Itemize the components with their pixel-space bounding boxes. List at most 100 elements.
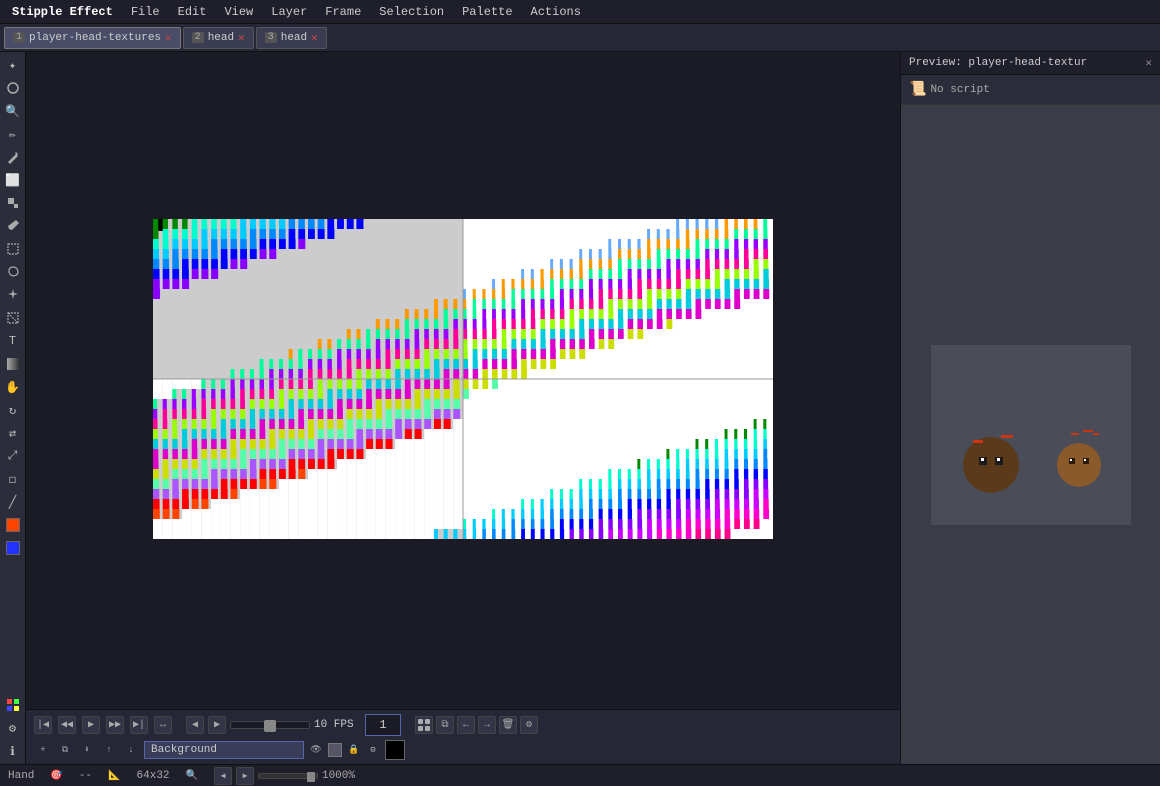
merge-down-btn[interactable]: ⬇ bbox=[78, 741, 96, 759]
menu-bar: Stipple Effect File Edit View Layer Fram… bbox=[0, 0, 1160, 24]
menu-view[interactable]: View bbox=[216, 3, 261, 21]
fps-slider: ◀ ▶ 10 FPS bbox=[186, 716, 359, 734]
pencil-tool-btn[interactable]: ✏ bbox=[2, 123, 24, 145]
duplicate-layer-btn[interactable]: ⧉ bbox=[56, 741, 74, 759]
wand-btn[interactable] bbox=[2, 284, 24, 306]
zoom-thumb bbox=[307, 772, 315, 782]
eraser-tool-btn[interactable]: ⬜ bbox=[2, 169, 24, 191]
layer-visible-btn[interactable]: 👁 bbox=[308, 742, 324, 758]
tab-1-close[interactable]: ✕ bbox=[165, 31, 172, 45]
select-tool-btn[interactable] bbox=[2, 77, 24, 99]
tab-2-label: head bbox=[208, 32, 234, 44]
next-frame-btn[interactable]: ▶▶ bbox=[106, 716, 124, 734]
zoom-slider: ◀ ▶ 1000% bbox=[214, 767, 355, 785]
fg-color-btn[interactable] bbox=[2, 514, 24, 536]
bottom-panel: |◀ ◀◀ ▶ ▶▶ ▶| ↔ ◀ ▶ 10 FPS 1 bbox=[26, 709, 900, 764]
fps-thumb bbox=[264, 720, 276, 732]
tab-2[interactable]: 2 head ✕ bbox=[183, 27, 254, 49]
shapes-tool-btn[interactable]: ◻ bbox=[2, 468, 24, 490]
goto-end-btn[interactable]: ▶| bbox=[130, 716, 148, 734]
canvas-dimensions: 64x32 bbox=[137, 770, 170, 782]
flip-tool-btn[interactable]: ⇄ bbox=[2, 422, 24, 444]
frame-number: 1 bbox=[379, 718, 386, 732]
eyedropper-tool-btn[interactable] bbox=[2, 215, 24, 237]
move-layer-down-btn[interactable]: ↓ bbox=[122, 741, 140, 759]
rotate-tool-btn[interactable]: ↻ bbox=[2, 399, 24, 421]
prev-frame-btn[interactable]: ◀◀ bbox=[58, 716, 76, 734]
layer-lock-btn[interactable]: 🔒 bbox=[346, 742, 362, 758]
fps-increase-btn[interactable]: ▶ bbox=[208, 716, 226, 734]
delete-frame-btn[interactable]: 🗑 bbox=[499, 716, 517, 734]
gradient-tool-btn[interactable] bbox=[2, 353, 24, 375]
fps-decrease-btn[interactable]: ◀ bbox=[186, 716, 204, 734]
settings-btn[interactable]: ⚙ bbox=[2, 717, 24, 739]
layer-color-swatch[interactable] bbox=[385, 740, 405, 760]
zoom-tool-btn[interactable]: 🔍 bbox=[2, 100, 24, 122]
duplicate-frame-btn[interactable]: ⧉ bbox=[436, 716, 454, 734]
tab-3[interactable]: 3 head ✕ bbox=[256, 27, 327, 49]
add-frame-btn[interactable] bbox=[415, 716, 433, 734]
move-tool-btn[interactable]: ✦ bbox=[2, 54, 24, 76]
timeline-controls: |◀ ◀◀ ▶ ▶▶ ▶| ↔ ◀ ▶ 10 FPS 1 bbox=[34, 714, 892, 736]
tab-2-close[interactable]: ✕ bbox=[238, 31, 245, 45]
main-area: ✦ 🔍 ✏ ⬜ bbox=[0, 52, 1160, 764]
canvas-wrapper[interactable] bbox=[153, 219, 773, 543]
select-rect-btn[interactable] bbox=[2, 238, 24, 260]
fps-value: 10 FPS bbox=[314, 719, 359, 731]
preview-header: Preview: player-head-textur ✕ bbox=[901, 52, 1160, 75]
brush-tool-btn[interactable] bbox=[2, 146, 24, 168]
move-frame-left-btn[interactable]: ← bbox=[457, 716, 475, 734]
canvas-area: |◀ ◀◀ ▶ ▶▶ ▶| ↔ ◀ ▶ 10 FPS 1 bbox=[26, 52, 900, 764]
tab-2-num: 2 bbox=[192, 32, 204, 43]
play-btn[interactable]: ▶ bbox=[82, 716, 100, 734]
bg-color-btn[interactable] bbox=[2, 537, 24, 559]
canvas-container[interactable] bbox=[26, 52, 900, 709]
cursor-coords: -- bbox=[79, 770, 92, 782]
menu-frame[interactable]: Frame bbox=[317, 3, 369, 21]
zoom-in-btn[interactable]: ▶ bbox=[236, 767, 254, 785]
move-frame-right-btn[interactable]: → bbox=[478, 716, 496, 734]
layer-row[interactable]: Background bbox=[144, 741, 304, 759]
add-layer-btn[interactable]: + bbox=[34, 741, 52, 759]
right-panel: Preview: player-head-textur ✕ 📜 No scrip… bbox=[900, 52, 1160, 764]
loop-btn[interactable]: ↔ bbox=[154, 716, 172, 734]
layer-settings-btn[interactable]: ⚙ bbox=[365, 742, 381, 758]
line-tool-btn[interactable]: ╱ bbox=[2, 491, 24, 513]
tab-1[interactable]: 1 player-head-textures ✕ bbox=[4, 27, 181, 49]
info-btn[interactable]: ℹ bbox=[2, 740, 24, 762]
preview-canvas bbox=[931, 345, 1131, 525]
hand-tool-btn active[interactable]: ✋ bbox=[2, 376, 24, 398]
tab-bar: 1 player-head-textures ✕ 2 head ✕ 3 head… bbox=[0, 24, 1160, 52]
menu-edit[interactable]: Edit bbox=[170, 3, 215, 21]
current-tool-status: Hand bbox=[8, 770, 34, 782]
text-tool-btn[interactable]: T bbox=[2, 330, 24, 352]
frame-number-box[interactable]: 1 bbox=[365, 714, 401, 736]
move-layer-up-btn[interactable]: ↑ bbox=[100, 741, 118, 759]
fill-tool-btn[interactable] bbox=[2, 192, 24, 214]
deselect-btn[interactable] bbox=[2, 307, 24, 329]
zoom-level: 1000% bbox=[322, 770, 355, 782]
menu-selection[interactable]: Selection bbox=[371, 3, 452, 21]
tab-3-close[interactable]: ✕ bbox=[311, 31, 318, 45]
status-icon-coord: 🎯 bbox=[50, 770, 62, 782]
transform-tool-btn[interactable]: ⤢ bbox=[2, 445, 24, 467]
lasso-btn[interactable] bbox=[2, 261, 24, 283]
layer-icons: 👁 🔒 ⚙ bbox=[308, 742, 381, 758]
frame-settings-btn[interactable]: ⚙ bbox=[520, 716, 538, 734]
main-canvas[interactable] bbox=[153, 219, 773, 539]
zoom-out-btn[interactable]: ◀ bbox=[214, 767, 232, 785]
tab-3-num: 3 bbox=[265, 32, 277, 43]
menu-file[interactable]: File bbox=[123, 3, 168, 21]
menu-palette[interactable]: Palette bbox=[454, 3, 520, 21]
layer-color-btn[interactable] bbox=[327, 742, 343, 758]
menu-actions[interactable]: Actions bbox=[523, 3, 589, 21]
preview-close-btn[interactable]: ✕ bbox=[1145, 56, 1152, 70]
zoom-track[interactable] bbox=[258, 773, 318, 779]
status-icon-size: 📐 bbox=[108, 770, 120, 782]
fps-track[interactable] bbox=[230, 721, 310, 729]
menu-layer[interactable]: Layer bbox=[263, 3, 315, 21]
goto-start-btn[interactable]: |◀ bbox=[34, 716, 52, 734]
preview-title: Preview: player-head-textur bbox=[909, 57, 1087, 69]
left-toolbar: ✦ 🔍 ✏ ⬜ bbox=[0, 52, 26, 764]
color-palette-btn[interactable] bbox=[2, 694, 24, 716]
